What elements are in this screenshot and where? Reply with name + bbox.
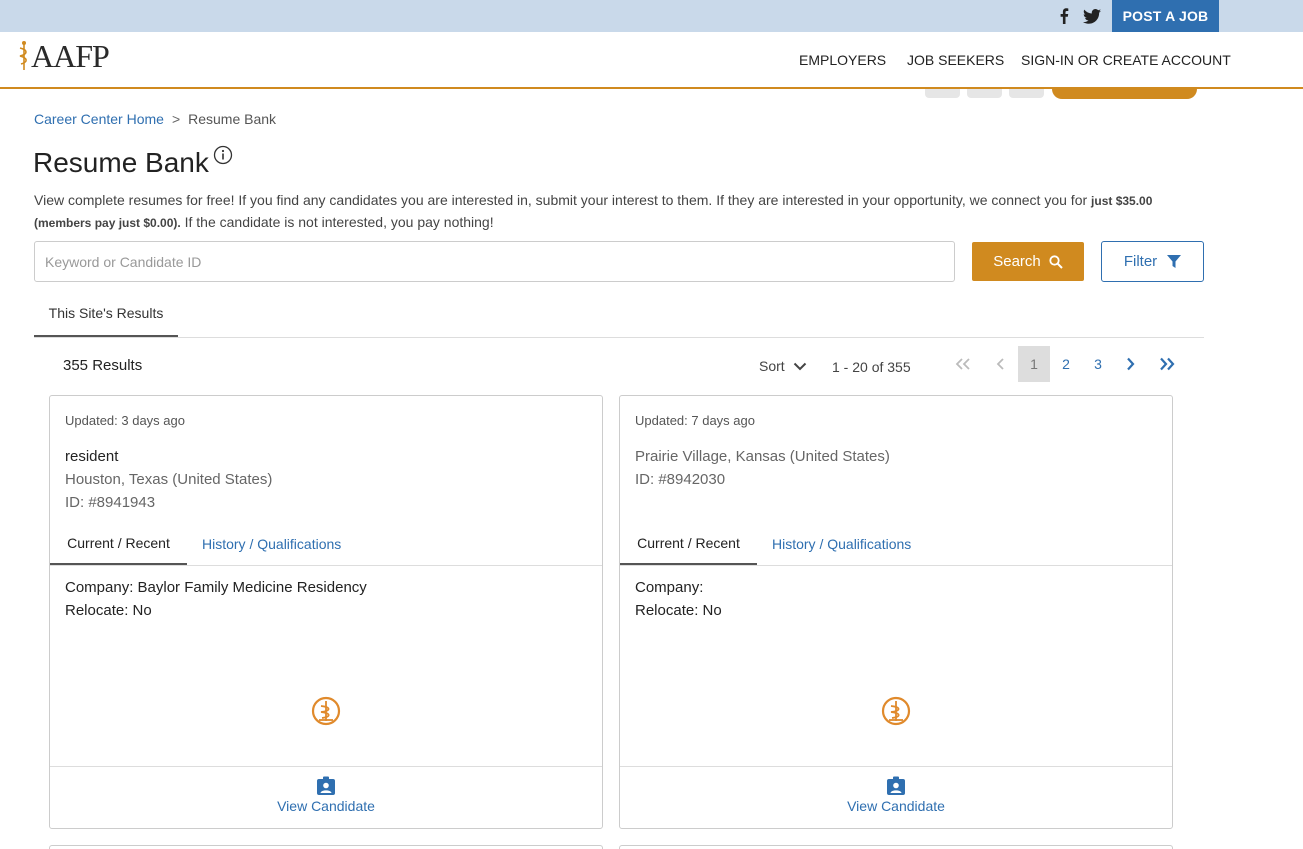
contact-card-icon <box>317 776 335 795</box>
candidate-relocate: Relocate: No <box>65 602 152 619</box>
candidate-card-next <box>619 845 1173 849</box>
search-button-label: Search <box>993 253 1041 270</box>
chevron-right-icon <box>1126 357 1134 371</box>
first-page-button[interactable] <box>950 346 976 382</box>
prev-page-button[interactable] <box>990 346 1010 382</box>
nav-sign-in[interactable]: SIGN-IN OR CREATE ACCOUNT <box>1021 52 1231 68</box>
breadcrumb: Career Center Home > Resume Bank <box>34 111 276 127</box>
filter-icon <box>1167 254 1182 268</box>
aafp-logo[interactable]: AAFP <box>17 38 110 74</box>
hidden-toolbar-button <box>967 89 1002 98</box>
tab-site-results[interactable]: This Site's Results <box>34 296 178 338</box>
chevron-left-icon <box>996 358 1004 370</box>
filter-button-label: Filter <box>1123 253 1158 270</box>
candidate-id: ID: #8941943 <box>65 494 156 511</box>
contact-card-icon <box>887 776 905 795</box>
candidate-company: Company: <box>635 579 704 596</box>
aafp-member-badge-icon <box>311 696 341 726</box>
view-candidate-link[interactable]: View Candidate <box>620 776 1172 814</box>
description-text-end: If the candidate is not interested, you … <box>180 214 494 230</box>
hidden-toolbar-pill <box>1052 89 1197 99</box>
candidate-location: Prairie Village, Kansas (United States) <box>635 448 890 465</box>
facebook-icon[interactable] <box>1055 7 1073 25</box>
candidate-location: Houston, Texas (United States) <box>65 471 273 488</box>
page-title-row: Resume Bank <box>33 145 233 179</box>
description-text: View complete resumes for free! If you f… <box>34 192 1092 208</box>
site-header: AAFP EMPLOYERS JOB SEEKERS SIGN-IN OR CR… <box>0 32 1303 89</box>
candidate-id: ID: #8942030 <box>635 471 726 488</box>
top-bar: POST A JOB <box>0 0 1303 32</box>
twitter-icon[interactable] <box>1083 7 1101 25</box>
card-tabs-divider <box>50 565 602 566</box>
aafp-member-badge-icon <box>881 696 911 726</box>
tab-current-recent[interactable]: Current / Recent <box>50 524 187 566</box>
results-count: 355 Results <box>63 357 143 374</box>
search-input[interactable] <box>34 241 955 282</box>
page-title: Resume Bank <box>33 147 209 178</box>
candidate-card: Updated: 7 days ago Prairie Village, Kan… <box>619 395 1173 829</box>
info-icon[interactable] <box>213 145 233 165</box>
candidate-relocate: Relocate: No <box>635 602 722 619</box>
tab-history-qualifications[interactable]: History / Qualifications <box>772 524 911 564</box>
candidate-company: Company: Baylor Family Medicine Residenc… <box>65 579 367 596</box>
search-button[interactable]: Search <box>972 242 1084 281</box>
view-candidate-label: View Candidate <box>847 798 945 814</box>
card-footer-divider <box>620 766 1172 767</box>
view-candidate-label: View Candidate <box>277 798 375 814</box>
card-footer-divider <box>50 766 602 767</box>
double-chevron-left-icon <box>955 358 970 370</box>
breadcrumb-separator: > <box>171 111 181 127</box>
double-chevron-right-icon <box>1160 357 1175 371</box>
logo-text: AAFP <box>31 38 110 74</box>
updated-text: Updated: 7 days ago <box>635 413 755 428</box>
hidden-toolbar-button <box>1009 89 1044 98</box>
hidden-toolbar-button <box>925 89 960 98</box>
chevron-down-icon <box>793 362 806 370</box>
candidate-title: resident <box>65 448 119 465</box>
logo-caduceus-icon <box>19 41 27 70</box>
sort-label: Sort <box>759 358 785 374</box>
search-icon <box>1049 254 1063 269</box>
updated-text: Updated: 3 days ago <box>65 413 185 428</box>
tab-current-recent[interactable]: Current / Recent <box>620 524 757 566</box>
page-description: View complete resumes for free! If you f… <box>34 190 1194 234</box>
page-3-button[interactable]: 3 <box>1087 346 1109 382</box>
nav-employers[interactable]: EMPLOYERS <box>799 52 886 68</box>
results-range: 1 - 20 of 355 <box>832 359 911 375</box>
card-tabs-divider <box>620 565 1172 566</box>
last-page-button[interactable] <box>1154 346 1180 382</box>
sort-dropdown[interactable]: Sort <box>759 358 807 374</box>
page-1-button[interactable]: 1 <box>1018 346 1050 382</box>
tab-history-qualifications[interactable]: History / Qualifications <box>202 524 341 564</box>
candidate-card-next <box>49 845 603 849</box>
filter-button[interactable]: Filter <box>1101 241 1204 282</box>
post-a-job-button[interactable]: POST A JOB <box>1112 0 1219 32</box>
tabs-divider <box>34 337 1204 338</box>
next-page-button[interactable] <box>1120 346 1140 382</box>
breadcrumb-home-link[interactable]: Career Center Home <box>34 111 164 127</box>
nav-job-seekers[interactable]: JOB SEEKERS <box>907 52 1004 68</box>
view-candidate-link[interactable]: View Candidate <box>50 776 602 814</box>
breadcrumb-current: Resume Bank <box>188 111 277 127</box>
candidate-card: Updated: 3 days ago resident Houston, Te… <box>49 395 603 829</box>
page-2-button[interactable]: 2 <box>1055 346 1077 382</box>
